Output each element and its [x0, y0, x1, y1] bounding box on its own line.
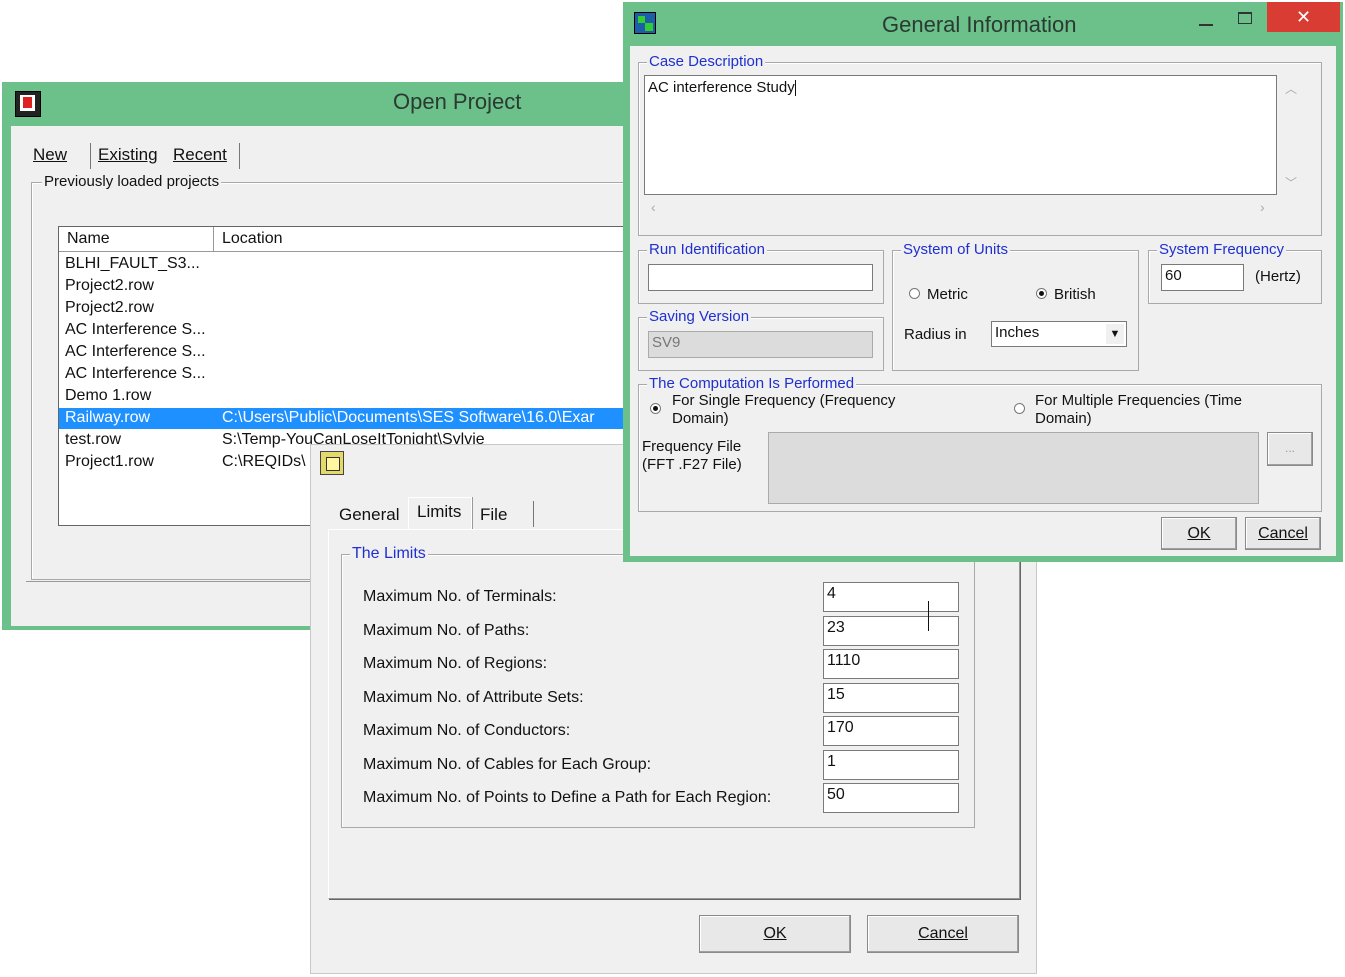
project-name: AC Interference S...: [65, 343, 206, 360]
tab-limits[interactable]: Limits: [417, 502, 461, 522]
single-frequency-label: For Single Frequency (Frequency Domain): [672, 392, 896, 427]
project-name: AC Interference S...: [65, 321, 206, 338]
scroll-up-icon[interactable]: ︿: [1285, 80, 1297, 97]
window-title: General Information: [882, 12, 1077, 37]
group-label: Run Identification: [647, 241, 767, 258]
chevron-down-icon[interactable]: ▼: [1106, 324, 1124, 344]
run-identification-input[interactable]: [648, 264, 873, 291]
column-header-name[interactable]: Name: [59, 227, 214, 252]
project-name: Demo 1.row: [65, 387, 152, 404]
project-name: Railway.row: [65, 409, 151, 426]
project-name: test.row: [65, 431, 122, 448]
limit-input[interactable]: 15: [823, 682, 959, 713]
app-icon: [15, 91, 41, 117]
group-label: The Limits: [350, 545, 428, 563]
multiple-frequencies-radio[interactable]: [1014, 403, 1025, 414]
frequency-file-label: Frequency File (FFT .F27 File): [642, 438, 742, 473]
metric-label: Metric: [927, 286, 968, 303]
project-location: C:\Users\Public\Documents\SES Software\1…: [222, 409, 595, 426]
general-information-window: General Information ✕ Case Description A…: [623, 2, 1343, 562]
scroll-left-icon[interactable]: ‹: [651, 199, 656, 215]
ok-button[interactable]: OK: [699, 915, 851, 953]
tab-divider: [90, 143, 91, 169]
tab-divider: [239, 143, 240, 169]
limit-label: Maximum No. of Conductors:: [363, 722, 571, 739]
tab-divider: [533, 501, 534, 527]
british-label: British: [1054, 286, 1096, 303]
tab-recent[interactable]: Recent: [173, 145, 227, 165]
column-header-location[interactable]: Location: [214, 227, 639, 252]
list-item[interactable]: Project2.row: [59, 298, 639, 319]
tab-file[interactable]: File: [480, 505, 507, 525]
limit-input[interactable]: 1110: [823, 649, 959, 679]
frequency-input[interactable]: 60: [1161, 264, 1244, 291]
project-name: Project2.row: [65, 277, 154, 294]
tab-existing[interactable]: Existing: [98, 145, 158, 165]
scroll-down-icon[interactable]: ﹀: [1285, 174, 1297, 191]
limit-label: Maximum No. of Regions:: [363, 655, 548, 672]
metric-radio[interactable]: [909, 288, 920, 299]
tab-general[interactable]: General: [339, 505, 399, 525]
limit-input[interactable]: 4: [823, 582, 959, 612]
group-label: Previously loaded projects: [42, 173, 222, 190]
group-label: System Frequency: [1157, 241, 1287, 258]
limit-input[interactable]: 50: [823, 783, 959, 813]
radius-select[interactable]: Inches ▼: [991, 321, 1127, 347]
text-cursor: [928, 601, 929, 631]
group-label: The Computation Is Performed: [647, 375, 857, 392]
list-item[interactable]: AC Interference S...: [59, 342, 639, 363]
list-item[interactable]: Demo 1.row: [59, 386, 639, 407]
limit-label: Maximum No. of Points to Define a Path f…: [363, 789, 772, 806]
units-group: System of Units: [892, 241, 1139, 371]
case-description-input[interactable]: AC interference Study: [644, 75, 1277, 195]
maximize-icon[interactable]: [1238, 12, 1252, 24]
general-info-client: Case Description AC interference Study ︿…: [630, 46, 1336, 556]
frequency-file-field: [768, 432, 1259, 504]
saving-version-field: SV9: [648, 331, 873, 358]
limit-input[interactable]: 23: [823, 615, 959, 646]
british-radio[interactable]: [1036, 288, 1047, 299]
close-icon[interactable]: ✕: [1267, 2, 1340, 32]
project-name: AC Interference S...: [65, 365, 206, 382]
single-frequency-radio[interactable]: [650, 403, 661, 414]
group-label: System of Units: [901, 241, 1011, 258]
list-item[interactable]: AC Interference S...: [59, 364, 639, 385]
limit-input[interactable]: 170: [823, 716, 959, 746]
cancel-button[interactable]: Cancel: [867, 915, 1019, 953]
minimize-icon[interactable]: [1199, 24, 1213, 26]
browse-button[interactable]: ...: [1267, 432, 1313, 466]
window-title: Open Project: [393, 89, 522, 114]
app-icon: [634, 12, 656, 34]
list-item[interactable]: Project2.row: [59, 276, 639, 297]
multiple-frequencies-label: For Multiple Frequencies (Time Domain): [1035, 392, 1243, 427]
project-name: Project1.row: [65, 453, 154, 470]
list-item[interactable]: BLHI_FAULT_S3...: [59, 254, 639, 275]
group-label: Case Description: [647, 53, 766, 70]
dialog-icon: [320, 451, 344, 475]
group-label: Saving Version: [647, 308, 752, 325]
scroll-right-icon[interactable]: ›: [1260, 199, 1265, 215]
ok-button[interactable]: OK: [1161, 517, 1237, 550]
frequency-unit: (Hertz): [1255, 268, 1301, 285]
limit-label: Maximum No. of Terminals:: [363, 588, 557, 605]
project-name: Project2.row: [65, 299, 154, 316]
cancel-button[interactable]: Cancel: [1245, 517, 1321, 550]
project-name: BLHI_FAULT_S3...: [65, 255, 200, 272]
limit-label: Maximum No. of Paths:: [363, 621, 530, 639]
list-item[interactable]: AC Interference S...: [59, 320, 639, 341]
limit-input[interactable]: 1: [823, 749, 959, 780]
radius-label: Radius in: [904, 326, 967, 343]
list-item[interactable]: Railway.row C:\Users\Public\Documents\SES…: [59, 408, 639, 429]
tab-new[interactable]: New: [33, 145, 67, 165]
project-location: C:\REQIDs\: [222, 453, 306, 470]
limit-label: Maximum No. of Cables for Each Group:: [363, 755, 652, 773]
limit-label: Maximum No. of Attribute Sets:: [363, 688, 584, 706]
